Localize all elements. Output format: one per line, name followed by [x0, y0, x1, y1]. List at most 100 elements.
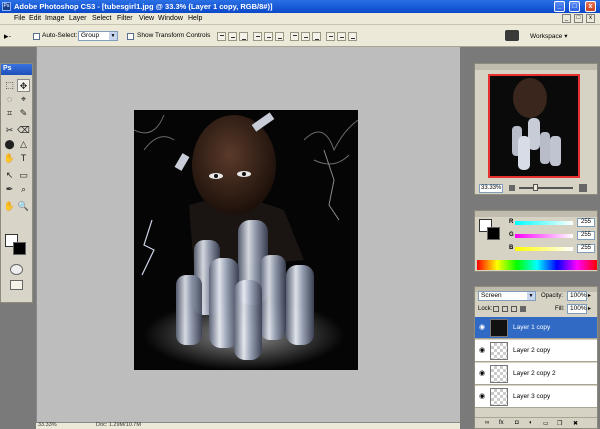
shape-tool-icon[interactable]: ▭	[17, 169, 30, 182]
lock-position-icon[interactable]	[511, 306, 517, 312]
blue-channel-value[interactable]: 255	[577, 244, 595, 253]
menu-window[interactable]: Window	[158, 14, 183, 24]
visibility-eye-icon[interactable]: ◉	[477, 323, 487, 333]
path-selection-tool-icon[interactable]: ↖	[3, 169, 16, 182]
magic-wand-tool-icon[interactable]: ⌖	[17, 93, 30, 106]
lock-image-icon[interactable]	[502, 306, 508, 312]
layer-row[interactable]: ◉ Layer 2 copy	[475, 340, 597, 362]
delete-layer-icon[interactable]: ✖	[573, 420, 578, 427]
distribute-bottom-button[interactable]	[312, 32, 321, 41]
layer-style-icon[interactable]: fx	[499, 420, 504, 426]
healing-brush-tool-icon[interactable]: ✂	[3, 124, 16, 137]
align-left-edges-button[interactable]	[253, 32, 262, 41]
zoom-out-icon[interactable]	[509, 185, 515, 191]
align-horizontal-centers-button[interactable]	[264, 32, 273, 41]
visibility-eye-icon[interactable]: ◉	[477, 392, 487, 402]
blue-channel-slider[interactable]	[515, 247, 573, 251]
new-group-icon[interactable]: ▭	[543, 420, 549, 427]
navigator-thumbnail[interactable]	[488, 74, 580, 178]
move-tool-icon[interactable]: ✥	[17, 79, 30, 92]
layer-mask-icon[interactable]: ◘	[515, 420, 519, 426]
navigator-zoom-slider-thumb[interactable]	[533, 184, 538, 191]
lasso-tool-icon[interactable]: ◌	[3, 93, 16, 106]
new-layer-icon[interactable]: ❐	[557, 420, 562, 427]
fill-field[interactable]: 100%	[567, 304, 587, 314]
move-tool-preset-icon[interactable]: ▸·	[4, 30, 22, 42]
color-panel-header[interactable]	[475, 211, 597, 217]
eraser-tool-icon[interactable]: ✋	[3, 152, 16, 165]
menu-help[interactable]: Help	[188, 14, 202, 24]
crop-tool-icon[interactable]: ⌗	[3, 107, 16, 120]
red-channel-value[interactable]: 255	[577, 218, 595, 227]
menu-edit[interactable]: Edit	[29, 14, 41, 24]
link-layers-icon[interactable]: ∞	[485, 420, 489, 426]
brush-tool-icon[interactable]: ⌫	[17, 124, 30, 137]
pen-tool-icon[interactable]: ✒	[3, 183, 16, 196]
blend-mode-dropdown[interactable]: Screen ▼	[478, 291, 536, 301]
doc-minimize-button[interactable]: _	[562, 14, 571, 23]
type-tool-icon[interactable]: T	[17, 152, 30, 165]
document-canvas[interactable]	[134, 110, 358, 370]
minimize-button[interactable]: _	[554, 1, 565, 12]
hand-tool-icon[interactable]: ✋	[3, 200, 16, 213]
distribute-left-button[interactable]	[326, 32, 335, 41]
menu-view[interactable]: View	[139, 14, 154, 24]
layer-row[interactable]: ◉ Layer 3 copy	[475, 386, 597, 408]
close-button[interactable]: x	[585, 1, 596, 12]
toolbox-header[interactable]: Ps	[1, 64, 32, 75]
eyedropper-tool-icon[interactable]: ⌕	[17, 183, 30, 196]
adjustment-layer-icon[interactable]: ◐	[529, 420, 533, 426]
align-bottom-edges-button[interactable]	[239, 32, 248, 41]
history-brush-tool-icon[interactable]: △	[17, 138, 30, 151]
align-top-edges-button[interactable]	[217, 32, 226, 41]
clone-stamp-tool-icon[interactable]: ⬤	[3, 138, 16, 151]
layer-row[interactable]: ◉ Layer 2 copy 2	[475, 363, 597, 385]
menu-filter[interactable]: Filter	[117, 14, 133, 24]
green-channel-slider[interactable]	[515, 234, 573, 238]
menu-image[interactable]: Image	[45, 14, 64, 24]
fill-arrow-icon[interactable]: ▸	[588, 305, 591, 312]
zoom-in-icon[interactable]	[579, 184, 587, 192]
status-zoom[interactable]: 33.33%	[38, 422, 57, 428]
lock-all-icon[interactable]	[520, 306, 526, 312]
navigator-header[interactable]	[475, 64, 597, 70]
zoom-tool-icon[interactable]: 🔍	[17, 200, 30, 213]
align-right-edges-button[interactable]	[275, 32, 284, 41]
green-channel-value[interactable]: 255	[577, 231, 595, 240]
layer-name: Layer 3 copy	[513, 393, 551, 400]
show-transform-controls-checkbox[interactable]	[127, 33, 134, 40]
red-channel-slider[interactable]	[515, 221, 573, 225]
menu-layer[interactable]: Layer	[69, 14, 87, 24]
distribute-top-button[interactable]	[290, 32, 299, 41]
color-spectrum-bar[interactable]	[477, 260, 597, 270]
color-background-swatch[interactable]	[487, 227, 500, 240]
screen-mode-icon[interactable]	[10, 280, 23, 290]
workspace-menu[interactable]: Workspace ▾	[530, 32, 567, 40]
navigator-zoom-slider[interactable]	[519, 187, 573, 189]
menu-file[interactable]: File	[14, 14, 25, 24]
navigator-zoom-field[interactable]: 33.33%	[479, 184, 503, 193]
align-vertical-centers-button[interactable]	[228, 32, 237, 41]
distribute-center-button[interactable]	[301, 32, 310, 41]
marquee-tool-icon[interactable]: ⬚	[3, 79, 16, 92]
doc-close-button[interactable]: x	[586, 14, 595, 23]
document-canvas-area[interactable]	[36, 47, 460, 422]
quick-mask-icon[interactable]	[10, 264, 23, 275]
distribute-right-button[interactable]	[348, 32, 357, 41]
distribute-horizontal-button[interactable]	[337, 32, 346, 41]
maximize-button[interactable]: □	[569, 1, 580, 12]
background-color-swatch[interactable]	[13, 242, 26, 255]
bridge-icon[interactable]	[505, 30, 519, 41]
opacity-arrow-icon[interactable]: ▸	[588, 292, 591, 299]
auto-select-dropdown[interactable]: Group ▼	[78, 31, 118, 41]
layer-row[interactable]: ◉ Layer 1 copy	[475, 317, 597, 339]
lock-transparent-icon[interactable]	[493, 306, 499, 312]
slice-tool-icon[interactable]: ✎	[17, 107, 30, 120]
visibility-eye-icon[interactable]: ◉	[477, 369, 487, 379]
options-bar: ▸· Auto-Select: Group ▼ Show Transform C…	[0, 25, 600, 47]
auto-select-checkbox[interactable]	[33, 33, 40, 40]
menu-select[interactable]: Select	[92, 14, 111, 24]
doc-restore-button[interactable]: □	[574, 14, 583, 23]
opacity-field[interactable]: 100%	[567, 291, 587, 301]
visibility-eye-icon[interactable]: ◉	[477, 346, 487, 356]
